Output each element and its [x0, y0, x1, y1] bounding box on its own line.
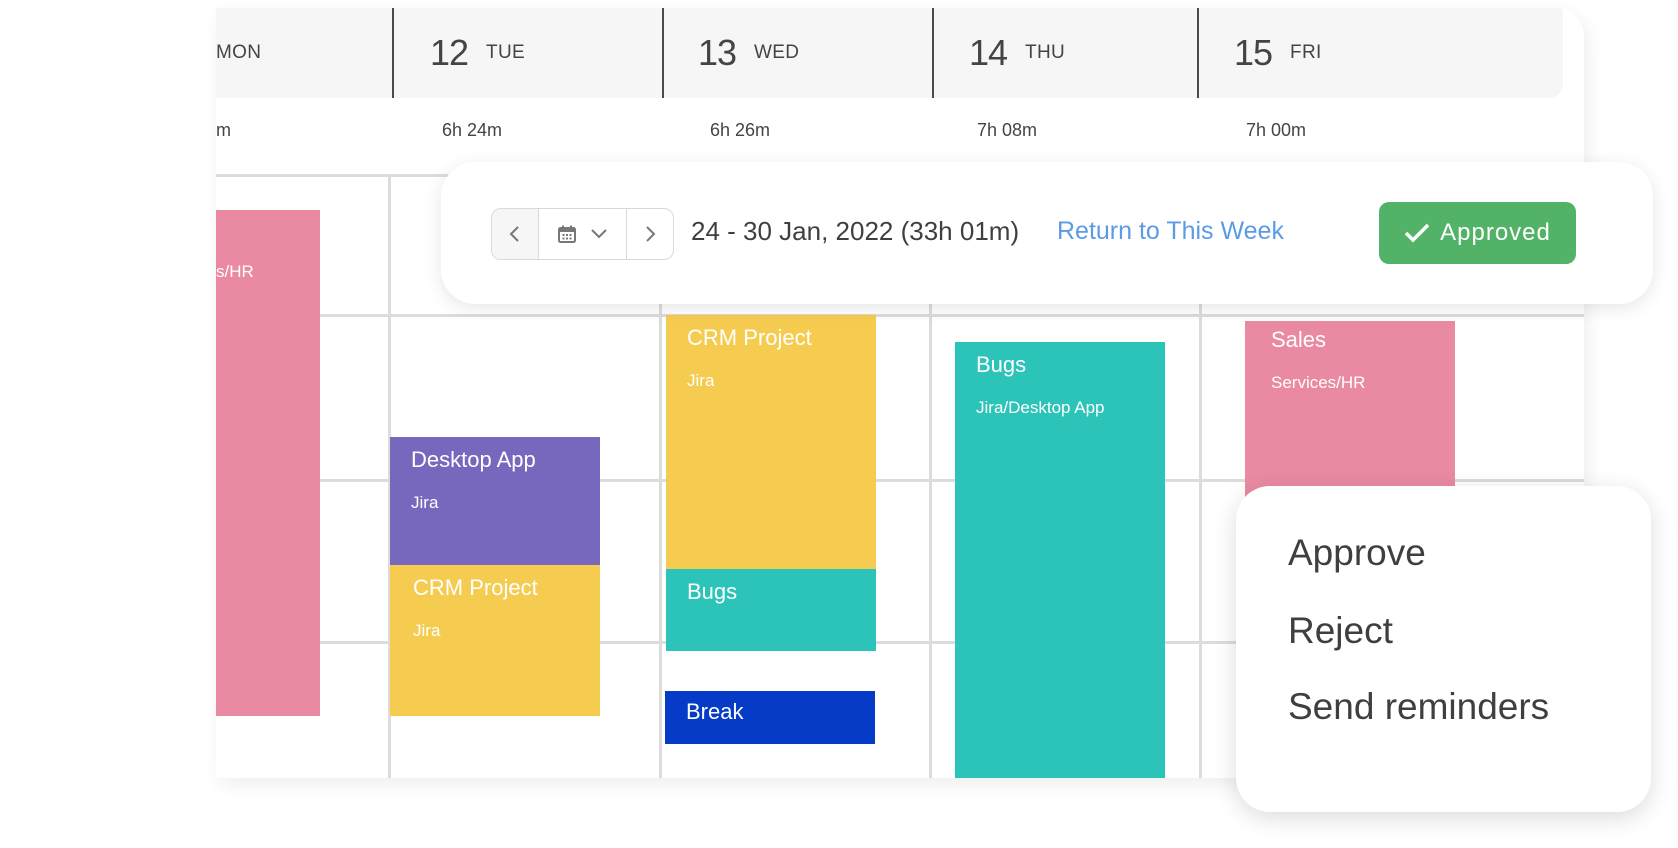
approval-context-menu: Approve Reject Send reminders	[1236, 486, 1651, 812]
event-title: CRM Project	[413, 575, 538, 600]
event-subtitle: Jira	[411, 493, 439, 512]
week-toolbar: 24 - 30 Jan, 2022 (33h 01m) Return to Th…	[441, 162, 1653, 304]
day-number: 12	[430, 32, 469, 73]
event-title: Desktop App	[411, 447, 536, 472]
day-header-tue: 12 TUE	[430, 8, 525, 98]
approved-label: Approved	[1440, 219, 1551, 246]
day-total-fri: 7h 00m	[1246, 120, 1307, 140]
chevron-right-icon	[646, 226, 656, 242]
day-separator	[1197, 8, 1199, 98]
event-wed-break[interactable]: Break	[665, 691, 875, 744]
return-to-this-week-link[interactable]: Return to This Week	[1057, 217, 1284, 246]
day-name: THU	[1025, 42, 1065, 63]
day-number: 13	[698, 32, 737, 73]
event-tue-desktop-app[interactable]: Desktop App Jira	[390, 437, 600, 565]
day-number: 14	[969, 32, 1008, 73]
day-header-thu: 14 THU	[969, 8, 1065, 98]
menu-item-send-reminders[interactable]: Send reminders	[1288, 686, 1549, 728]
day-header-mon: MON	[216, 8, 261, 98]
day-header-wed: 13 WED	[698, 8, 799, 98]
day-name: TUE	[486, 42, 525, 63]
day-separator	[392, 8, 394, 98]
day-total-thu: 7h 08m	[977, 120, 1038, 140]
event-title: Break	[686, 699, 744, 724]
event-subtitle: Services/HR	[1271, 373, 1366, 392]
day-header-row	[216, 8, 1563, 98]
day-name: WED	[754, 42, 800, 63]
week-nav-group	[491, 208, 674, 260]
event-subtitle: Jira/Desktop App	[976, 398, 1105, 417]
day-header-fri: 15 FRI	[1234, 8, 1322, 98]
week-range-label: 24 - 30 Jan, 2022 (33h 01m)	[691, 216, 1020, 246]
chevron-left-icon	[509, 226, 519, 242]
event-wed-bugs[interactable]: Bugs	[666, 569, 876, 651]
day-name: FRI	[1290, 42, 1322, 63]
day-number: 15	[1234, 32, 1273, 73]
event-subtitle: s/HR	[216, 262, 254, 281]
event-mon-sales[interactable]: s/HR	[216, 210, 320, 716]
event-title: Bugs	[687, 579, 738, 604]
day-name: MON	[216, 42, 262, 63]
grid-line	[216, 314, 1584, 317]
previous-week-button[interactable]	[492, 209, 539, 259]
day-separator	[662, 8, 664, 98]
menu-item-approve[interactable]: Approve	[1288, 532, 1426, 574]
next-week-button[interactable]	[627, 209, 673, 259]
check-icon	[1404, 223, 1430, 243]
day-total-wed: 6h 26m	[710, 120, 771, 140]
day-separator	[932, 8, 934, 98]
approved-status-button[interactable]: Approved	[1379, 202, 1576, 264]
chevron-down-icon	[590, 229, 607, 239]
event-title: CRM Project	[687, 325, 812, 350]
day-total-mon: m	[216, 120, 231, 140]
event-tue-crm-project[interactable]: CRM Project Jira	[390, 565, 600, 716]
event-title: Sales	[1271, 327, 1327, 352]
menu-item-reject[interactable]: Reject	[1288, 610, 1393, 652]
event-subtitle: Jira	[413, 621, 441, 640]
event-title: Bugs	[976, 352, 1027, 377]
event-thu-bugs[interactable]: Bugs Jira/Desktop App	[955, 342, 1165, 778]
calendar-icon	[557, 225, 576, 243]
day-total-tue: 6h 24m	[442, 120, 503, 140]
event-wed-crm-project[interactable]: CRM Project Jira	[666, 315, 876, 569]
calendar-picker-button[interactable]	[539, 209, 627, 259]
event-subtitle: Jira	[687, 371, 715, 390]
